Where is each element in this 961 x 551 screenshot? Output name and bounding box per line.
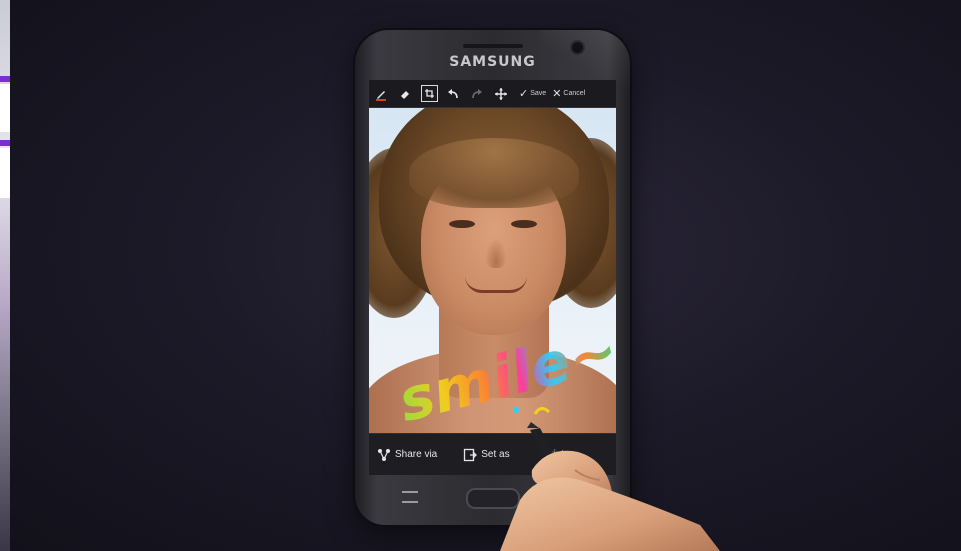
undo-icon	[448, 88, 458, 98]
share-via-label: Share via	[395, 449, 438, 460]
home-button[interactable]	[466, 488, 520, 509]
panel-card	[0, 84, 10, 132]
share-via-button[interactable]: Share via	[377, 448, 437, 462]
accent-bar	[0, 140, 10, 146]
set-as-label: Set as	[481, 449, 510, 460]
action-bar: Share via Set as Print	[369, 433, 616, 475]
share-icon	[378, 448, 390, 461]
earpiece	[463, 44, 523, 48]
top-bezel: SAMSUNG	[355, 30, 630, 90]
eraser-tool-button[interactable]	[393, 80, 417, 107]
set-as-button[interactable]: Set as	[463, 448, 510, 462]
menu-key-icon[interactable]	[402, 491, 418, 503]
phone-device: SAMSUNG ✓ Save ✕ Cancel smile~ Share via…	[355, 30, 630, 525]
cancel-label: Cancel	[563, 90, 586, 97]
redo-icon	[472, 88, 482, 98]
pen-icon	[376, 90, 386, 101]
handwriting-text: smile~	[392, 315, 616, 434]
photo-canvas[interactable]: smile~	[369, 108, 616, 434]
left-panel-edge	[0, 0, 10, 551]
move-button[interactable]	[489, 80, 513, 107]
undo-button[interactable]	[441, 80, 465, 107]
cancel-button[interactable]: ✕ Cancel	[552, 87, 585, 100]
save-label: Save	[530, 90, 547, 97]
print-button[interactable]: Print	[544, 449, 565, 460]
close-icon: ✕	[552, 88, 562, 100]
set-as-icon	[464, 448, 478, 461]
pen-tool-button[interactable]	[369, 80, 393, 107]
accent-bar	[0, 76, 10, 82]
print-label: Print	[543, 449, 565, 460]
handwriting-annotation: smile~	[392, 315, 616, 434]
panel-card	[0, 148, 10, 198]
crop-icon	[424, 89, 434, 98]
checkmark-icon: ✓	[519, 88, 529, 100]
redo-button[interactable]	[465, 80, 489, 107]
edit-toolbar: ✓ Save ✕ Cancel	[369, 80, 616, 108]
move-icon	[495, 87, 507, 100]
save-button[interactable]: ✓ Save	[519, 87, 546, 100]
eraser-icon	[401, 90, 409, 99]
crop-tool-button[interactable]	[417, 80, 441, 107]
phone-screen: ✓ Save ✕ Cancel smile~ Share via Set as …	[369, 80, 616, 475]
bottom-bezel	[355, 475, 630, 525]
